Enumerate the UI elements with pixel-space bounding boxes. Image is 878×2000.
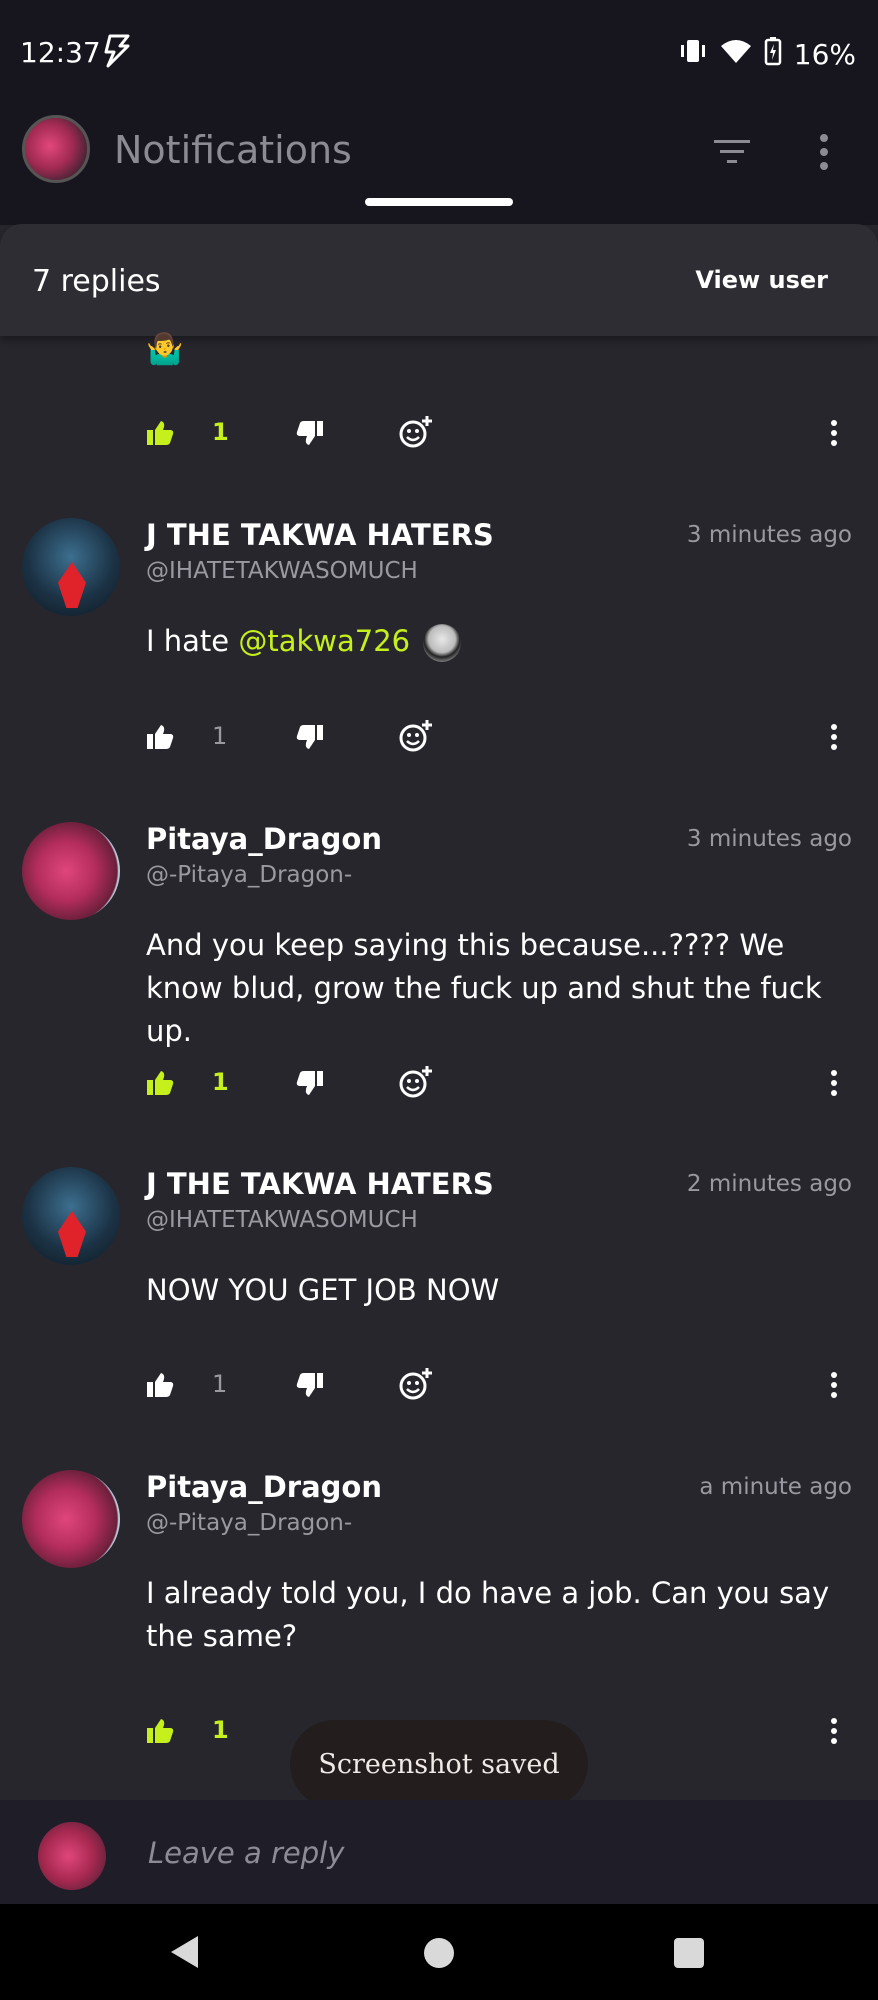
reply-input[interactable] xyxy=(146,1830,830,1876)
like-count: 1 xyxy=(212,1716,229,1744)
comment-author-name[interactable]: J THE TAKWA HATERS xyxy=(146,518,494,552)
comment-author-handle: @IHATETAKWASOMUCH xyxy=(146,558,418,584)
comment-more-icon[interactable] xyxy=(830,1716,838,1750)
like-icon[interactable] xyxy=(146,724,174,754)
like-count: 1 xyxy=(212,418,229,446)
user-avatar[interactable] xyxy=(22,518,120,616)
comment-author-name[interactable]: Pitaya_Dragon xyxy=(146,822,382,856)
comment-timestamp: 2 minutes ago xyxy=(686,1171,852,1197)
current-user-avatar xyxy=(38,1822,106,1890)
like-icon[interactable] xyxy=(146,1070,174,1100)
like-icon[interactable] xyxy=(146,1372,174,1402)
reply-actions: 1 xyxy=(0,412,878,458)
battery-icon xyxy=(764,36,782,73)
comment-timestamp: 3 minutes ago xyxy=(686,522,852,548)
comment-more-icon[interactable] xyxy=(830,1068,838,1102)
comment-actions: 1 xyxy=(0,716,878,762)
sheet-drag-handle[interactable] xyxy=(365,198,513,206)
dislike-icon[interactable] xyxy=(296,1070,324,1100)
screenshot-toast: Screenshot saved xyxy=(290,1720,588,1808)
comment-author-handle: @-Pitaya_Dragon- xyxy=(146,1510,353,1536)
like-count: 1 xyxy=(212,1370,228,1398)
reply-composer xyxy=(0,1800,878,1904)
status-icons: 16% xyxy=(678,36,856,73)
add-reaction-icon[interactable] xyxy=(398,718,434,758)
like-count: 1 xyxy=(212,1068,229,1096)
like-count: 1 xyxy=(212,722,228,750)
like-icon[interactable] xyxy=(146,1718,174,1748)
dislike-icon[interactable] xyxy=(296,420,324,450)
page-title: Notifications xyxy=(114,128,352,172)
comment-item: Pitaya_Dragon @-Pitaya_Dragon- a minute … xyxy=(0,1470,878,1710)
comment-author-handle: @IHATETAKWASOMUCH xyxy=(146,1207,418,1233)
account-avatar[interactable] xyxy=(22,115,90,183)
dislike-icon[interactable] xyxy=(296,1372,324,1402)
app-bar: Notifications xyxy=(0,110,878,225)
shrug-emoji: 🤷‍♂️ xyxy=(146,332,184,367)
add-reaction-icon[interactable] xyxy=(398,414,434,454)
add-reaction-icon[interactable] xyxy=(398,1366,434,1406)
system-nav-bar xyxy=(0,1904,878,2000)
status-bar: 12:37 16% xyxy=(0,0,878,110)
comment-timestamp: 3 minutes ago xyxy=(686,826,852,852)
back-icon[interactable] xyxy=(168,1934,202,1974)
comment-text: NOW YOU GET JOB NOW xyxy=(146,1273,500,1307)
replies-sheet-header: 7 replies View user xyxy=(0,224,878,336)
recent-apps-icon[interactable] xyxy=(674,1938,704,1968)
comment-author-name[interactable]: Pitaya_Dragon xyxy=(146,1470,382,1504)
like-icon[interactable] xyxy=(146,420,174,450)
battery-percent: 16% xyxy=(793,38,856,71)
filter-icon[interactable] xyxy=(712,136,752,172)
comment-author-name[interactable]: J THE TAKWA HATERS xyxy=(146,1167,494,1201)
user-avatar[interactable] xyxy=(22,1167,120,1265)
comment-more-icon[interactable] xyxy=(830,418,838,452)
dislike-icon[interactable] xyxy=(296,724,324,754)
status-time: 12:37 xyxy=(20,36,101,69)
overflow-menu-icon[interactable] xyxy=(818,132,830,176)
user-avatar[interactable] xyxy=(22,1470,120,1568)
home-icon[interactable] xyxy=(424,1938,454,1968)
charging-bolt-icon xyxy=(100,34,132,72)
comment-more-icon[interactable] xyxy=(830,1370,838,1404)
comment-text: I already told you, I do have a job. Can… xyxy=(146,1576,830,1653)
comment-timestamp: a minute ago xyxy=(699,1474,852,1500)
comment-more-icon[interactable] xyxy=(830,722,838,756)
add-reaction-icon[interactable] xyxy=(398,1064,434,1104)
comment-text: I hate @takwa726 xyxy=(146,620,856,663)
user-avatar[interactable] xyxy=(22,822,120,920)
mention-link[interactable]: @takwa726 xyxy=(238,624,410,658)
comment-actions: 1 xyxy=(0,1364,878,1410)
comment-item: Pitaya_Dragon @-Pitaya_Dragon- 3 minutes… xyxy=(0,822,878,1062)
mention-avatar xyxy=(423,624,462,662)
comment-actions: 1 xyxy=(0,1062,878,1108)
replies-count-title: 7 replies xyxy=(32,264,161,299)
vibrate-icon xyxy=(678,37,708,72)
wifi-icon xyxy=(720,38,752,71)
comment-author-handle: @-Pitaya_Dragon- xyxy=(146,862,353,888)
comment-text: And you keep saying this because...???? … xyxy=(146,928,822,1048)
view-user-button[interactable]: View user xyxy=(695,266,828,294)
comment-text-prefix: I hate xyxy=(146,624,239,658)
comment-item: J THE TAKWA HATERS @IHATETAKWASOMUCH 2 m… xyxy=(0,1167,878,1367)
